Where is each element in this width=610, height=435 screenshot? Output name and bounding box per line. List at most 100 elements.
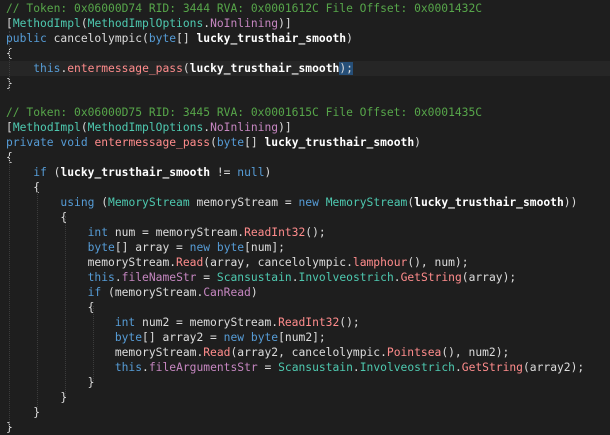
code-token: memoryStream. [87,256,177,269]
code-token: . [114,271,122,284]
code-line[interactable]: int num2 = memoryStream.ReadInt32(); [0,315,610,330]
code-line[interactable]: byte[] array = new byte[num]; [0,240,610,255]
code-token: lucky_trusthair_smooth [414,196,564,209]
code-line[interactable]: // Token: 0x06000D75 RID: 3445 RVA: 0x00… [0,105,610,120]
code-token: Scansustain [278,361,353,374]
code-line[interactable]: { [0,300,610,315]
code-token: ReadInt32 [244,226,306,239]
code-token: byte [250,331,279,344]
code-line[interactable]: [MethodImpl(MethodImplOptions.NoInlining… [0,16,610,31]
code-token: ) [250,286,258,299]
code-line[interactable]: this.fileArgumentsStr = Scansustain.Invo… [0,360,610,375]
code-line[interactable]: int num = memoryStream.ReadInt32(); [0,225,610,240]
code-token: . [393,271,401,284]
code-token: [ [6,121,13,134]
code-line[interactable]: memoryStream.Read(array2, cancelolympic.… [0,345,610,360]
code-line[interactable]: if (lucky_trusthair_smooth != null) [0,165,610,180]
code-token: CanRead [203,286,251,299]
code-token: byte [148,32,177,45]
code-token: ) [346,32,353,45]
code-token: lucky_trusthair_smooth [196,32,347,45]
code-token: )) [563,196,578,209]
code-token: memoryStream = [196,196,299,209]
code-token: [ [6,17,13,30]
code-token: num2 = memoryStream. [142,316,279,329]
code-token: public [6,32,54,45]
code-token: byte [216,241,245,254]
indent-guide [37,186,38,411]
code-line[interactable]: using (MemoryStream memoryStream = new M… [0,195,610,210]
code-line[interactable]: public cancelolympic(byte[] lucky_trusth… [0,31,610,46]
code-token: != [210,166,238,179]
code-token: int [114,316,143,329]
code-line[interactable]: { [0,180,610,195]
code-token: byte [216,136,245,149]
code-token: int [87,226,115,239]
code-token: MemoryStream [108,196,197,209]
code-line[interactable]: // Token: 0x06000D74 RID: 3444 RVA: 0x00… [0,1,610,16]
code-token: )] [278,121,292,134]
indent-guide [65,216,66,396]
code-token: MethodImpl [12,17,81,30]
code-token: = [257,361,279,374]
code-line[interactable]: [MethodImpl(MethodImplOptions.NoInlining… [0,120,610,135]
code-token: GetString [461,361,523,374]
code-token: byte [114,331,143,344]
code-token: fileArgumentsStr [148,361,258,374]
code-token: [] [176,32,197,45]
code-token: (); [339,316,360,329]
code-token: . [352,361,360,374]
code-token: (memoryStream. [108,286,204,299]
code-token: entermessage_pass [94,136,211,149]
code-line[interactable] [0,91,610,105]
code-token: ) [264,166,272,179]
code-token: GetString [400,271,462,284]
code-token: Pointsea [386,346,442,359]
code-token: Involveostrich [359,361,455,374]
code-token: this [33,62,61,75]
code-token: Read [203,346,231,359]
code-editor[interactable]: // Token: 0x06000D74 RID: 3444 RVA: 0x00… [0,0,610,435]
code-token: ( [80,17,88,30]
code-line[interactable]: { [0,210,610,225]
code-line[interactable]: this.entermessage_pass(lucky_trusthair_s… [0,61,610,76]
code-line[interactable]: private void entermessage_pass(byte[] lu… [0,135,610,150]
code-token: (); [305,226,326,239]
code-token: . [454,361,462,374]
code-line[interactable]: } [0,76,610,91]
code-token: ReadInt32 [278,316,340,329]
code-line[interactable]: byte[] array2 = new byte[num2]; [0,330,610,345]
code-line[interactable]: { [0,150,610,165]
code-token: ) [414,136,421,149]
code-token: new [223,331,251,344]
code-token: (array2); [522,361,585,374]
code-line[interactable]: } [0,405,610,420]
code-line[interactable]: memoryStream.Read(array, cancelolympic.l… [0,255,610,270]
code-token: ( [210,136,217,149]
indent-guide [93,306,94,381]
code-line[interactable]: } [0,420,610,435]
code-token: // Token: 0x06000D74 RID: 3444 RVA: 0x00… [6,2,483,15]
code-line[interactable]: } [0,390,610,405]
code-token: Involveostrich [298,271,394,284]
code-line[interactable]: this.fileNameStr = Scansustain.Involveos… [0,270,610,285]
code-token: memoryStream. [114,346,204,359]
code-line[interactable]: { [0,46,610,61]
code-token: cancelolympic [53,32,143,45]
code-token: Read [176,256,204,269]
code-line[interactable]: } [0,375,610,390]
code-line[interactable]: if (memoryStream.CanRead) [0,285,610,300]
code-token: new [189,241,217,254]
code-token: null [237,166,265,179]
code-token: [num2]; [278,331,326,344]
